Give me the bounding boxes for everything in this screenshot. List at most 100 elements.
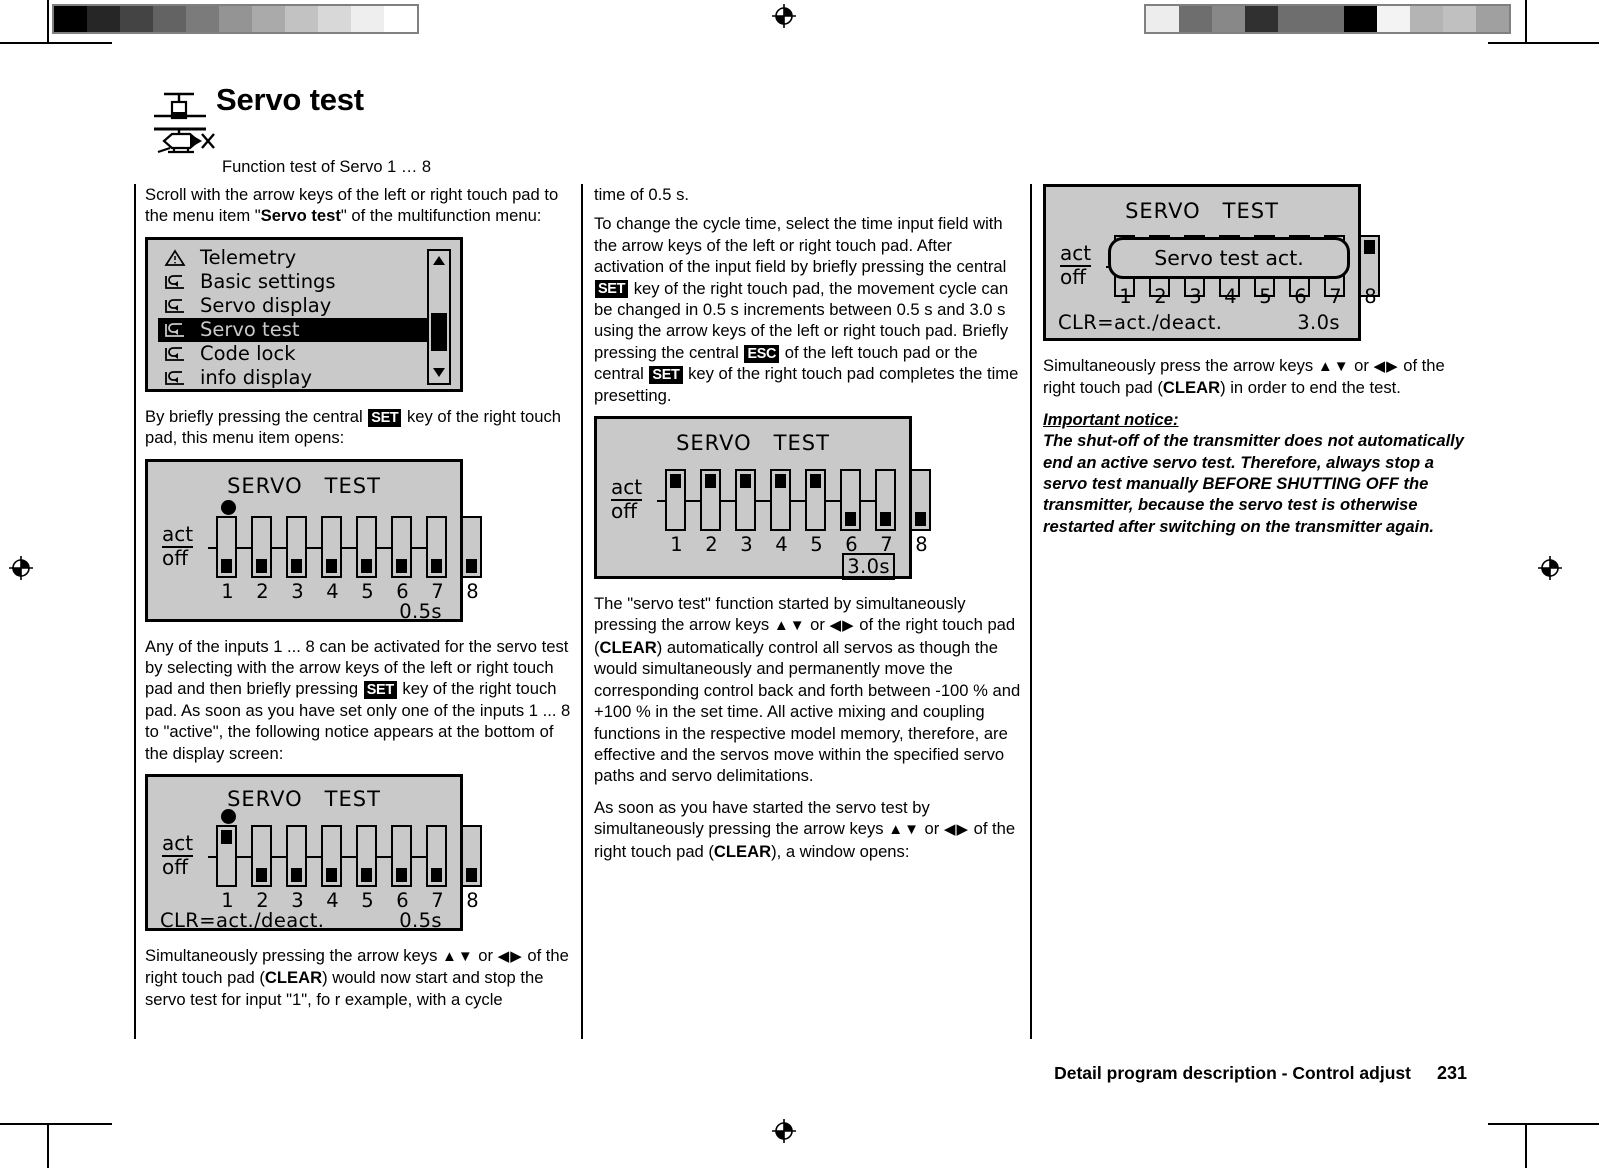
servo-marker-act <box>739 473 752 488</box>
menu-item-code-lock[interactable]: Code lock <box>158 342 430 366</box>
page-footer: Detail program description - Control adj… <box>1054 1063 1467 1084</box>
servo-bar-6[interactable] <box>391 825 412 888</box>
arrow-keys-vertical-icon: ▲▼ <box>773 617 806 635</box>
servo-bar-1[interactable] <box>216 825 237 888</box>
return-arrow-icon <box>162 272 200 292</box>
cycle-time-field[interactable]: 0.5s <box>399 909 442 932</box>
channel-number: 2 <box>256 579 269 603</box>
multifunction-menu-screen: Telemetry Basic settings Servo display S… <box>145 236 463 392</box>
paragraph-activate-inputs: Any of the inputs 1 ... 8 can be activat… <box>145 636 573 764</box>
paragraph-text: " of the multifunction menu: <box>340 206 542 226</box>
servo-bar-2[interactable] <box>700 469 721 532</box>
calibration-swatch-11 <box>384 6 417 32</box>
paragraph-text: As soon as you have started the servo te… <box>594 797 930 839</box>
paragraph-text: or <box>473 946 498 966</box>
helicopter-icons <box>146 84 220 156</box>
menu-item-servo-display[interactable]: Servo display <box>158 294 430 318</box>
servo-bar-8[interactable] <box>461 515 482 578</box>
menu-item-servo-test[interactable]: Servo test <box>158 317 430 342</box>
paragraph-start-stop-test: Simultaneously pressing the arrow keys ▲… <box>145 945 573 1010</box>
channel-number: 3 <box>291 579 304 603</box>
servo-marker-off <box>325 559 338 574</box>
servo-bar-4[interactable] <box>770 469 791 532</box>
servo-bar-6[interactable] <box>840 469 861 532</box>
servo-bar-6[interactable] <box>391 515 412 578</box>
servo-bar-1[interactable] <box>216 515 237 578</box>
servo-marker-off <box>360 559 373 574</box>
servo-marker-act <box>669 473 682 488</box>
clr-hint-text: CLR=act./deact. <box>160 909 325 933</box>
servo-bar-3[interactable] <box>735 469 756 532</box>
registration-mark-bottom <box>771 1118 797 1144</box>
set-key-badge: SET <box>363 681 397 700</box>
scroll-down-arrow-icon[interactable] <box>429 363 449 383</box>
crop-mark-br-v <box>1525 1124 1527 1168</box>
calibration-swatch-8 <box>1377 6 1410 32</box>
lcd-title-right: TEST <box>324 473 381 498</box>
lcd-title: SERVO TEST <box>148 787 460 811</box>
cycle-time-field[interactable]: 3.0s <box>1297 311 1340 334</box>
calibration-swatch-3 <box>1212 6 1245 32</box>
cycle-time-field-selected[interactable]: 3.0s <box>842 553 895 581</box>
servo-marker-off <box>430 868 443 883</box>
menu-scrollbar[interactable] <box>427 248 451 385</box>
label-act: act <box>162 521 194 548</box>
calibration-swatch-7 <box>1344 6 1377 32</box>
lcd-title-left: SERVO <box>227 787 303 812</box>
servo-bar-5[interactable] <box>356 515 377 578</box>
menu-item-telemetry[interactable]: Telemetry <box>158 246 430 270</box>
channel-number: 8 <box>915 533 928 557</box>
channel-number: 3 <box>1189 285 1202 308</box>
page-subtitle: Function test of Servo 1 … 8 <box>222 158 432 176</box>
menu-item-info-display[interactable]: info display <box>158 366 430 390</box>
servo-bar-5[interactable] <box>805 469 826 532</box>
channel-number-row: 1 2 3 4 5 6 7 8 <box>210 580 490 603</box>
servo-bar-5[interactable] <box>356 825 377 888</box>
calibration-swatch-10 <box>1443 6 1476 32</box>
channel-number: 8 <box>466 889 479 913</box>
menu-item-emphasis: Servo test <box>260 206 341 226</box>
calibration-swatch-6 <box>219 6 252 32</box>
scrollbar-thumb[interactable] <box>431 312 447 351</box>
servo-bar-8[interactable] <box>910 469 931 532</box>
channel-number: 4 <box>775 533 788 557</box>
servo-marker-off <box>395 559 408 574</box>
axis-labels: act off <box>1060 243 1092 288</box>
menu-item-label: Servo display <box>200 294 332 318</box>
crop-mark-br-h <box>1488 1123 1599 1125</box>
paragraph-text: ), a window opens: <box>771 841 910 861</box>
servo-bar-8[interactable] <box>461 825 482 888</box>
lcd-title-right: TEST <box>773 431 830 456</box>
servo-bar-4[interactable] <box>321 515 342 578</box>
servo-bar-4[interactable] <box>321 825 342 888</box>
servo-marker-off <box>255 868 268 883</box>
servo-bar-7[interactable] <box>426 825 447 888</box>
channel-number: 8 <box>466 579 479 603</box>
scroll-up-arrow-icon[interactable] <box>429 251 449 271</box>
cycle-time-field[interactable]: 0.5s <box>399 600 442 623</box>
servo-marker-off <box>465 559 478 574</box>
servo-marker-act <box>809 473 822 488</box>
servo-bar-7[interactable] <box>875 469 896 532</box>
clear-key-label: CLEAR <box>1162 378 1221 398</box>
servo-bar-3[interactable] <box>286 825 307 888</box>
label-off: off <box>162 855 189 880</box>
label-off: off <box>162 545 189 570</box>
calibration-swatch-1 <box>1146 6 1179 32</box>
menu-list: Telemetry Basic settings Servo display S… <box>158 246 430 390</box>
lcd-title-left: SERVO <box>676 431 752 456</box>
menu-item-basic-settings[interactable]: Basic settings <box>158 270 430 294</box>
text-column-3: SERVO TEST act off Servo test act. 1 2 3… <box>1043 184 1471 547</box>
paragraph-change-cycle-time: To change the cycle time, select the tim… <box>594 213 1022 406</box>
servo-bar-1[interactable] <box>665 469 686 532</box>
servo-bar-2[interactable] <box>251 825 272 888</box>
servo-bar-7[interactable] <box>426 515 447 578</box>
servo-bar-3[interactable] <box>286 515 307 578</box>
servo-bar-2[interactable] <box>251 515 272 578</box>
clear-key-label: CLEAR <box>264 968 323 988</box>
calibration-swatch-1 <box>54 6 87 32</box>
warning-triangle-icon <box>162 248 200 268</box>
channel-number-row: 1 2 3 4 5 6 7 8 <box>1108 285 1388 308</box>
menu-item-label: Servo test <box>200 318 300 342</box>
label-act: act <box>611 475 643 502</box>
